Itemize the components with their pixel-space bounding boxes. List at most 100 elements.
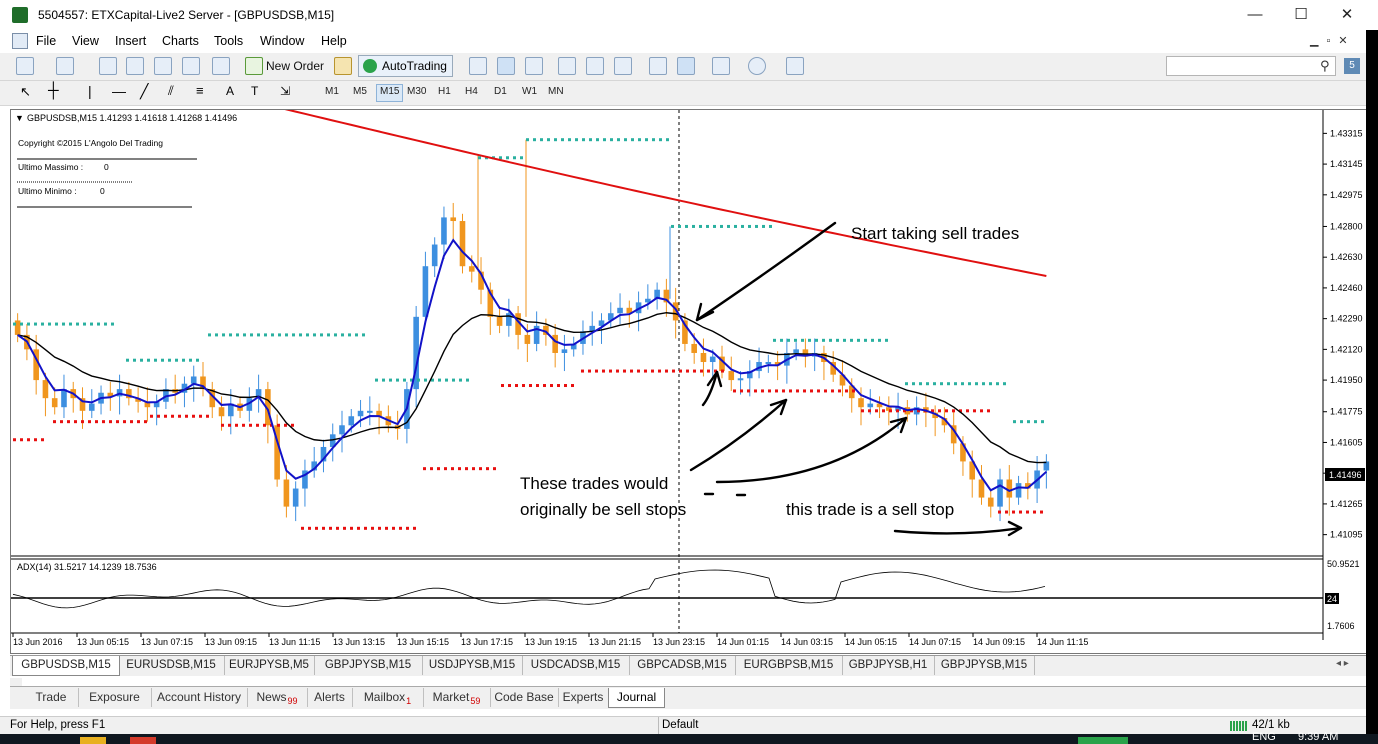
chart-tab[interactable]: GBPJPYSB,M15 xyxy=(934,656,1035,675)
menu-help[interactable]: Help xyxy=(321,34,347,48)
close-button[interactable]: ✕ xyxy=(1324,2,1370,28)
tf-w1[interactable]: W1 xyxy=(519,84,540,100)
support-dot xyxy=(472,467,475,471)
resistance-dot xyxy=(154,358,157,362)
taskbar-explorer-icon[interactable] xyxy=(80,737,106,744)
resistance-dot xyxy=(140,358,143,362)
chart-tab[interactable]: USDJPYSB,M15 xyxy=(422,656,523,675)
support-dot xyxy=(423,467,426,471)
vertical-line-icon[interactable]: | xyxy=(88,83,92,99)
text-icon[interactable]: A xyxy=(226,84,234,98)
chart-tab[interactable]: EURUSDSB,M15 xyxy=(118,656,225,675)
new-chart-icon[interactable] xyxy=(16,57,34,75)
zoom-in-icon[interactable] xyxy=(558,57,576,75)
terminal-tab-journal[interactable]: Journal xyxy=(608,688,665,708)
strategy-tester-icon[interactable] xyxy=(212,57,230,75)
line-chart-icon[interactable] xyxy=(525,57,543,75)
chart-tab[interactable]: EURJPYSB,M5 xyxy=(224,656,315,675)
price-tick-label: 1.42460 xyxy=(1330,283,1363,293)
menu-window[interactable]: Window xyxy=(260,34,304,48)
minimize-button[interactable]: — xyxy=(1232,2,1278,28)
tf-m15[interactable]: M15 xyxy=(376,84,404,102)
resistance-dot xyxy=(589,138,592,142)
terminal-tab-market[interactable]: Market59 xyxy=(423,688,491,707)
candlestick-icon[interactable] xyxy=(497,57,515,75)
menu-file[interactable]: File xyxy=(36,34,56,48)
data-window-icon[interactable] xyxy=(154,57,172,75)
resistance-dot xyxy=(659,138,662,142)
tf-mn[interactable]: MN xyxy=(545,84,567,100)
trendline-icon[interactable]: ╱ xyxy=(140,83,148,100)
market-watch-icon[interactable] xyxy=(99,57,117,75)
terminal-tab-code-base[interactable]: Code Base xyxy=(490,688,559,707)
terminal-icon[interactable] xyxy=(182,57,200,75)
crosshair-icon[interactable]: ┼ xyxy=(48,82,59,99)
chart-tab[interactable]: GBPCADSB,M15 xyxy=(629,656,736,675)
autoscroll-icon[interactable] xyxy=(649,57,667,75)
text-label-icon[interactable]: T xyxy=(251,84,258,98)
tf-d1[interactable]: D1 xyxy=(491,84,510,100)
templates-icon[interactable] xyxy=(786,57,804,75)
arrows-icon[interactable]: ⇲ xyxy=(280,84,290,98)
support-dot xyxy=(95,420,98,424)
terminal-tab-experts[interactable]: Experts xyxy=(558,688,609,707)
fibonacci-icon[interactable]: ≡ xyxy=(196,83,204,98)
support-dot xyxy=(637,369,640,373)
taskbar-app-icon[interactable] xyxy=(130,737,156,744)
terminal-tab-news[interactable]: News99 xyxy=(247,688,308,707)
navigator-icon[interactable] xyxy=(126,57,144,75)
tf-h4[interactable]: H4 xyxy=(462,84,481,100)
tf-m1[interactable]: M1 xyxy=(322,84,342,100)
search-icon[interactable]: ⚲ xyxy=(1320,58,1330,74)
profiles-icon[interactable] xyxy=(56,57,74,75)
chart-tab[interactable]: GBPUSDSB,M15 xyxy=(12,656,120,676)
menu-tools[interactable]: Tools xyxy=(214,34,243,48)
support-dot xyxy=(150,414,153,418)
doc-icon[interactable] xyxy=(12,33,28,49)
terminal-tab-label: Alerts xyxy=(314,690,345,704)
indicators-icon[interactable] xyxy=(712,57,730,75)
terminal-tab-mailbox[interactable]: Mailbox1 xyxy=(352,688,424,707)
search-input[interactable] xyxy=(1166,56,1336,76)
support-dot xyxy=(329,526,332,530)
community-icon[interactable]: 5 xyxy=(1344,58,1360,74)
equidistant-channel-icon[interactable]: ⫽ xyxy=(168,83,174,99)
chart-tab[interactable]: USDCADSB,M15 xyxy=(522,656,630,675)
support-dot xyxy=(413,526,416,530)
metaeditor-icon[interactable] xyxy=(334,57,352,75)
price-tick-label: 1.41265 xyxy=(1330,499,1363,509)
chart-shift-icon[interactable] xyxy=(677,57,695,75)
support-dot xyxy=(171,414,174,418)
new-order-button[interactable]: New Order xyxy=(266,55,324,77)
tab-scroll-icon[interactable]: ◂ ▸ xyxy=(1336,658,1349,669)
horizontal-line-icon[interactable]: — xyxy=(112,83,126,99)
terminal-tab-trade[interactable]: Trade xyxy=(24,688,79,707)
candle-body xyxy=(987,497,994,507)
chart-tab[interactable]: EURGBPSB,M15 xyxy=(735,656,843,675)
menu-charts[interactable]: Charts xyxy=(162,34,199,48)
support-dot xyxy=(740,389,743,393)
terminal-tab-alerts[interactable]: Alerts xyxy=(307,688,353,707)
terminal-tab-exposure[interactable]: Exposure xyxy=(78,688,152,707)
autotrading-button[interactable]: AutoTrading xyxy=(358,55,453,77)
menu-insert[interactable]: Insert xyxy=(115,34,146,48)
tf-m30[interactable]: M30 xyxy=(404,84,429,100)
support-dot xyxy=(782,389,785,393)
tf-m5[interactable]: M5 xyxy=(350,84,370,100)
tile-windows-icon[interactable] xyxy=(614,57,632,75)
chart-window[interactable]: 1.43315 1.43145 1.42975 1.42800 1.42630 1.424… xyxy=(10,109,1367,654)
terminal-tab-account-history[interactable]: Account History xyxy=(151,688,248,707)
mdi-controls[interactable]: ▁▫✕ xyxy=(1310,34,1356,47)
tf-h1[interactable]: H1 xyxy=(435,84,454,100)
chart-tab[interactable]: GBPJPYSB,H1 xyxy=(842,656,935,675)
zoom-out-icon[interactable] xyxy=(586,57,604,75)
terminal-tab-label: Exposure xyxy=(89,690,140,704)
maximize-button[interactable]: ☐ xyxy=(1278,2,1324,28)
fast-ma-line xyxy=(17,238,1048,493)
periods-icon[interactable] xyxy=(748,57,766,75)
price-chart[interactable]: 1.43315 1.43145 1.42975 1.42800 1.42630 1.424… xyxy=(11,110,1368,655)
bar-chart-icon[interactable] xyxy=(469,57,487,75)
menu-view[interactable]: View xyxy=(72,34,99,48)
chart-tab[interactable]: GBPJPYSB,M15 xyxy=(314,656,423,675)
cursor-icon[interactable]: ↖ xyxy=(20,84,31,100)
